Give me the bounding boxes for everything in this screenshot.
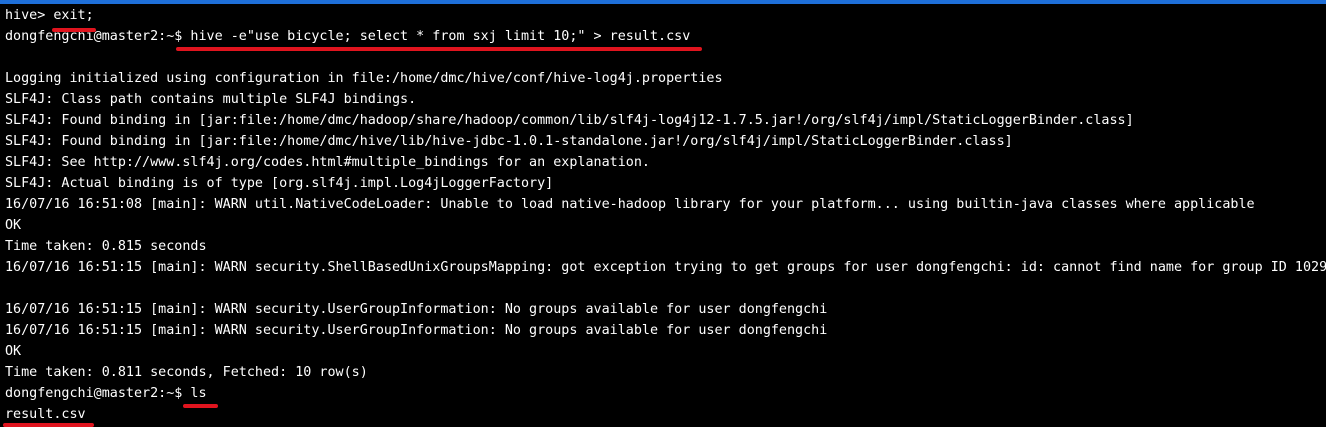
terminal-line-slf4j-binding-hadoop: SLF4J: Found binding in [jar:file:/home/…: [5, 113, 1134, 128]
red-underline-exit: [52, 28, 96, 32]
terminal-line-warn-groups-mapping: 16/07/16 16:51:15 [main]: WARN security.…: [5, 260, 1326, 275]
terminal-line-slf4j-binding-hive: SLF4J: Found binding in [jar:file:/home/…: [5, 134, 1013, 149]
terminal-window[interactable]: hive> exit; dongfengchi@master2:~$ hive …: [0, 0, 1326, 427]
terminal-line-ok: OK: [5, 218, 22, 233]
window-top-accent: [0, 0, 1326, 4]
terminal-line-slf4j-multiple: SLF4J: Class path contains multiple SLF4…: [5, 92, 417, 107]
red-underline-hive-command: [176, 47, 702, 51]
terminal-line-ls-command: dongfengchi@master2:~$ ls: [5, 386, 207, 401]
terminal-output: hive> exit; dongfengchi@master2:~$ hive …: [5, 5, 1326, 425]
terminal-line-hive-exit: hive> exit;: [5, 8, 94, 23]
terminal-line-slf4j-actual: SLF4J: Actual binding is of type [org.sl…: [5, 176, 554, 191]
red-underline-ls: [183, 404, 218, 408]
terminal-line-hive-command: dongfengchi@master2:~$ hive -e"use bicyc…: [5, 29, 691, 44]
terminal-line-warn-ugi: 16/07/16 16:51:15 [main]: WARN security.…: [5, 323, 828, 338]
terminal-line-warn-native: 16/07/16 16:51:08 [main]: WARN util.Nati…: [5, 197, 1255, 212]
terminal-line-ok: OK: [5, 344, 22, 359]
terminal-line-warn-ugi: 16/07/16 16:51:15 [main]: WARN security.…: [5, 302, 828, 317]
terminal-line-time-fetched: Time taken: 0.811 seconds, Fetched: 10 r…: [5, 365, 368, 380]
terminal-line-time-taken: Time taken: 0.815 seconds: [5, 239, 207, 254]
terminal-line-logging: Logging initialized using configuration …: [5, 71, 723, 86]
terminal-line-slf4j-see: SLF4J: See http://www.slf4j.org/codes.ht…: [5, 155, 650, 170]
red-underline-result-file: [3, 423, 94, 427]
